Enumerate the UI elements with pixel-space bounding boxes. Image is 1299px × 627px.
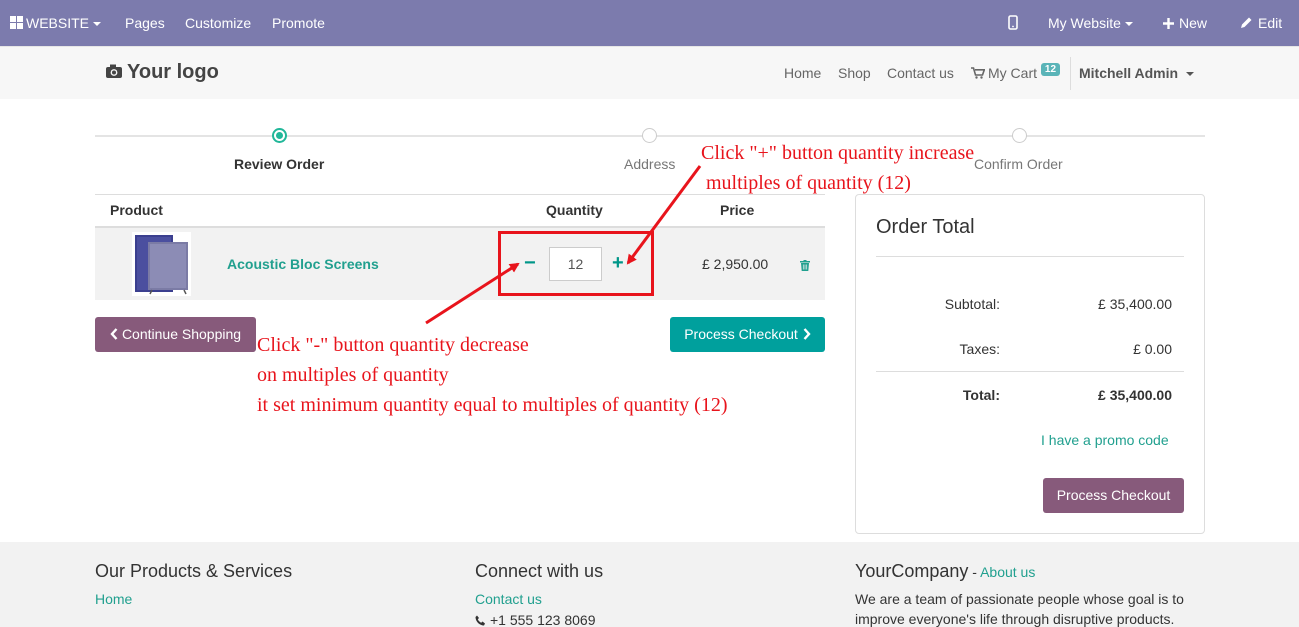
nav-contact-us[interactable]: Contact us — [887, 47, 954, 100]
continue-shopping-button[interactable]: Continue Shopping — [95, 317, 256, 352]
plus-icon — [1163, 18, 1174, 29]
divider — [876, 256, 1184, 257]
phone-icon — [475, 615, 485, 626]
column-header-product: Product — [110, 202, 163, 218]
taxes-label: Taxes: — [959, 341, 1000, 357]
site-header: Your logo Home Shop Contact us My Cart 1… — [0, 46, 1299, 99]
pencil-icon — [1241, 17, 1252, 28]
shopping-cart-icon — [971, 67, 986, 79]
my-website-menu[interactable]: My Website — [1048, 0, 1133, 46]
logo-text: Your logo — [127, 61, 219, 83]
site-logo[interactable]: Your logo — [105, 61, 219, 84]
annotation-plus-line-2: multiples of quantity (12) — [706, 172, 911, 194]
caret-down-icon — [1124, 22, 1133, 27]
subtotal-value: £ 35,400.00 — [1098, 296, 1172, 312]
nav-divider — [1070, 57, 1071, 90]
new-button-label: New — [1179, 15, 1208, 31]
caret-down-icon — [93, 22, 102, 27]
cart-table-header — [95, 194, 825, 228]
wizard-step-dot-address — [642, 128, 657, 143]
total-value: £ 35,400.00 — [1098, 387, 1172, 403]
edit-button-label: Edit — [1258, 15, 1283, 31]
footer-company-text-2: improve everyone's life through disrupti… — [855, 611, 1175, 627]
process-checkout-button[interactable]: Process Checkout — [670, 317, 825, 352]
caret-down-icon — [1186, 72, 1195, 77]
website-menu-label: WEBSITE — [26, 15, 90, 31]
edit-button[interactable]: Edit — [1240, 0, 1282, 46]
annotation-minus-line-1: Click "-" button quantity decrease — [257, 334, 529, 356]
apps-grid-icon — [10, 16, 23, 29]
wizard-step-address: Address — [624, 156, 676, 172]
trash-icon — [800, 260, 810, 271]
user-name: Mitchell Admin — [1079, 65, 1179, 81]
remove-item-button[interactable] — [800, 258, 810, 274]
column-header-quantity: Quantity — [546, 202, 603, 218]
total-label: Total: — [962, 387, 1000, 403]
user-menu[interactable]: Mitchell Admin — [1079, 47, 1195, 100]
pages-menu[interactable]: Pages — [125, 0, 165, 46]
annotation-highlight-box — [498, 231, 654, 296]
customize-menu[interactable]: Customize — [185, 0, 251, 46]
annotation-minus-line-3: it set minimum quantity equal to multipl… — [257, 394, 728, 416]
column-header-price: Price — [720, 202, 755, 218]
wizard-step-dot-confirm — [1012, 128, 1027, 143]
wizard-step-review-order: Review Order — [234, 156, 325, 172]
product-price: £ 2,950.00 — [702, 256, 769, 272]
mobile-preview-button[interactable] — [1008, 0, 1018, 46]
chevron-right-icon — [803, 328, 811, 340]
footer-home-link[interactable]: Home — [95, 591, 132, 607]
footer-connect-title: Connect with us — [475, 561, 604, 581]
taxes-value: £ 0.00 — [1133, 341, 1172, 357]
footer-phone-text: +1 555 123 8069 — [490, 612, 596, 627]
mobile-icon — [1008, 15, 1018, 30]
continue-shopping-label: Continue Shopping — [121, 326, 242, 342]
order-total-title: Order Total — [876, 216, 975, 238]
footer-company-text-1: We are a team of passionate people whose… — [855, 591, 1184, 607]
nav-home[interactable]: Home — [784, 47, 821, 100]
footer-company-title: YourCompany - About us — [855, 561, 1036, 581]
annotation-minus-line-2: on multiples of quantity — [257, 364, 449, 386]
admin-bar: WEBSITE Pages Customize Promote My Websi… — [0, 0, 1299, 46]
my-website-label: My Website — [1048, 15, 1121, 31]
cart-label: My Cart — [988, 65, 1037, 81]
product-image[interactable] — [132, 232, 191, 296]
footer-products-title: Our Products & Services — [95, 561, 293, 581]
process-checkout-label: Process Checkout — [684, 326, 798, 342]
cart-count-badge: 12 — [1040, 63, 1061, 76]
promote-menu[interactable]: Promote — [272, 0, 325, 46]
divider — [876, 371, 1184, 372]
footer-contact-link[interactable]: Contact us — [475, 591, 542, 607]
footer-phone: +1 555 123 8069 — [475, 612, 596, 627]
nav-shop[interactable]: Shop — [838, 47, 871, 100]
product-name-link[interactable]: Acoustic Bloc Screens — [227, 256, 379, 272]
annotation-plus-line-1: Click "+" button quantity increase — [701, 142, 975, 164]
subtotal-label: Subtotal: — [944, 296, 1000, 312]
wizard-step-confirm-order: Confirm Order — [974, 156, 1063, 172]
nav-my-cart[interactable]: My Cart 12 — [971, 47, 1061, 100]
chevron-left-icon — [110, 328, 118, 340]
footer-about-link[interactable]: About us — [980, 564, 1035, 580]
wizard-step-dot-review — [272, 128, 287, 143]
camera-icon — [106, 64, 122, 78]
order-total-checkout-button[interactable]: Process Checkout — [1043, 478, 1184, 513]
new-button[interactable]: New — [1163, 0, 1207, 46]
footer-company-name: YourCompany — [855, 561, 969, 581]
promo-code-link[interactable]: I have a promo code — [1041, 432, 1169, 448]
website-menu[interactable]: WEBSITE — [10, 0, 102, 46]
